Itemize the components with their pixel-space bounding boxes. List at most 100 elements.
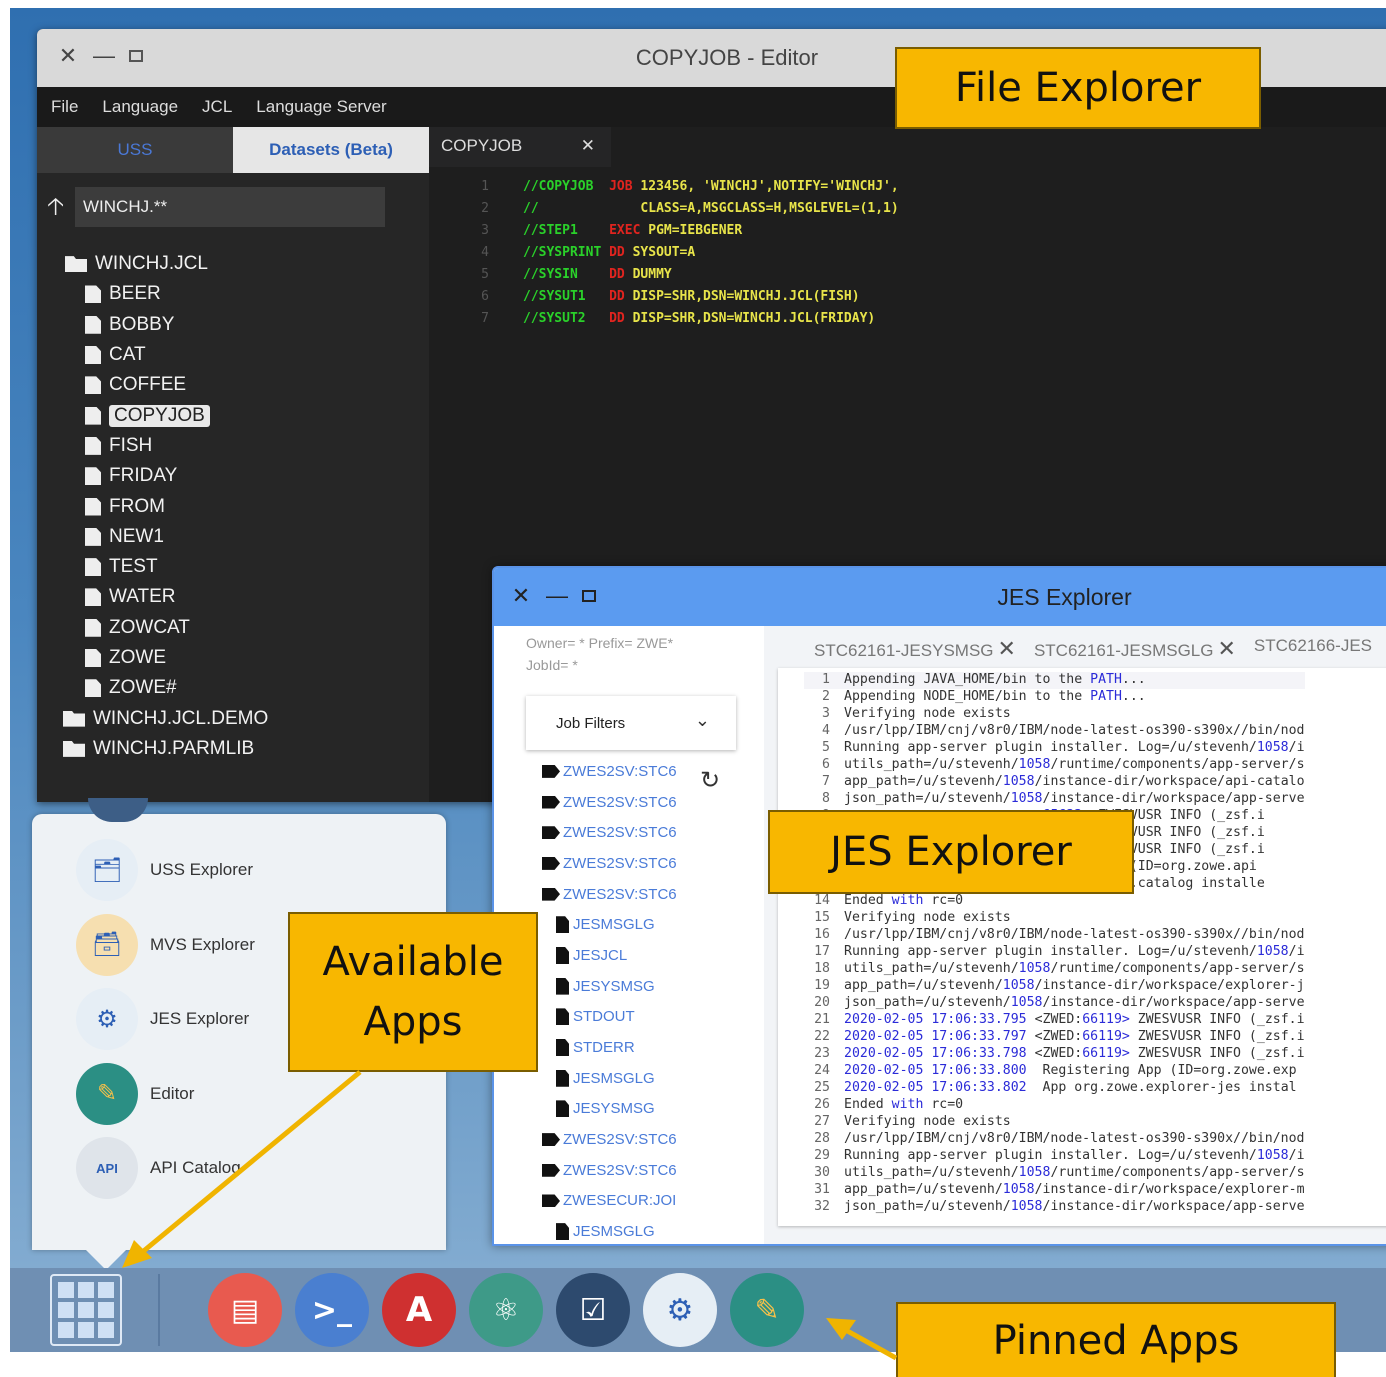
tree-item-label: ZOWCAT (109, 616, 190, 638)
spool-tab[interactable]: STC62161-JESYSMSG ✕ (814, 636, 1016, 662)
member-item[interactable]: COFFEE (37, 370, 429, 400)
file-icon (85, 588, 101, 607)
checklist-icon[interactable]: ☑ (556, 1273, 630, 1347)
pencil-icon: ✎ (76, 1062, 138, 1125)
react-icon[interactable]: ⚛ (469, 1273, 543, 1347)
job-filters-dropdown[interactable]: Job Filters ⌄ (526, 696, 736, 750)
job-item[interactable]: ZWES2SV:STC6 (494, 848, 764, 879)
menu-language-server[interactable]: Language Server (256, 97, 386, 117)
spool-file-icon (556, 1069, 569, 1087)
tab-datasets[interactable]: Datasets (Beta) (233, 127, 429, 173)
member-item[interactable]: WATER (37, 582, 429, 612)
line-number: 15 (814, 910, 830, 925)
terminal-icon[interactable]: >_ (295, 1273, 369, 1347)
close-icon[interactable]: ✕ (998, 636, 1016, 661)
code-line: 5 //SYSIN DD DUMMY (429, 263, 899, 285)
member-item[interactable]: NEW1 (37, 522, 429, 552)
dataset-filter-input[interactable]: WINCHJ.** (75, 187, 385, 227)
code-line: 6 //SYSUT1 DD DISP=SHR,DSN=WINCHJ.JCL(FIS… (429, 285, 899, 307)
member-item[interactable]: ZOWE# (37, 673, 429, 703)
job-label: STDERR (573, 1039, 635, 1057)
job-icon (542, 887, 560, 901)
member-item[interactable]: BOBBY (37, 310, 429, 340)
tab-uss[interactable]: USS (37, 127, 233, 173)
log-text: json_path=/u/stevenh/1058/instance-dir/w… (844, 791, 1305, 806)
jcl-operation: DD (601, 244, 633, 260)
member-item[interactable]: FISH (37, 431, 429, 461)
member-item[interactable]: TEST (37, 552, 429, 582)
callout-jes-explorer: JES Explorer (768, 810, 1134, 894)
callout-available-apps: Available Apps (288, 912, 538, 1072)
pencil-icon[interactable]: ✎ (730, 1273, 804, 1347)
spool-file-icon (556, 946, 569, 964)
tree-item-label: ZOWE# (109, 677, 177, 699)
job-item[interactable]: ZWES2SV:STC6 (494, 756, 764, 787)
line-number: 29 (814, 1148, 830, 1163)
job-label: ZWES2SV:STC6 (563, 762, 677, 780)
dataset-item[interactable]: WINCHJ.PARMLIB (37, 734, 429, 764)
member-item[interactable]: ZOWCAT (37, 613, 429, 643)
jcl-operands: 123456, 'WINCHJ',NOTIFY='WINCHJ', (640, 178, 899, 194)
code-editor-icon[interactable]: ▤ (208, 1273, 282, 1347)
tab-copyjob[interactable]: COPYJOB ✕ (429, 127, 611, 167)
job-label: ZWESECUR:JOI (563, 1192, 677, 1210)
callout-text: File Explorer (954, 65, 1202, 111)
menu-jcl[interactable]: JCL (202, 97, 232, 117)
app-uss-explorer[interactable]: 🗂 USS Explorer (76, 838, 406, 902)
jes-explorer-icon[interactable]: ⚙ (643, 1273, 717, 1347)
jes-titlebar[interactable]: ✕ — JES Explorer (494, 568, 1386, 626)
spool-tab[interactable]: STC62166-JES (1254, 636, 1372, 662)
angular-icon[interactable]: A (382, 1273, 456, 1347)
job-label: ZWES2SV:STC6 (563, 1161, 677, 1179)
member-item[interactable]: COPYJOB (37, 400, 429, 430)
jcl-operands: DISP=SHR,DSN=WINCHJ.JCL(FRIDAY) (632, 310, 876, 326)
refresh-icon[interactable]: ↻ (700, 766, 720, 795)
menu-file[interactable]: File (51, 97, 78, 117)
spool-file-item[interactable]: JESYSMSG (494, 1094, 764, 1125)
line-number: 27 (814, 1114, 830, 1129)
file-icon (85, 649, 101, 667)
menu-language[interactable]: Language (102, 97, 178, 117)
job-item[interactable]: ZWES2SV:STC6 (494, 879, 764, 910)
jcl-operation: JOB (601, 178, 641, 194)
dataset-item[interactable]: WINCHJ.JCL (37, 249, 429, 279)
jcl-operation (601, 201, 640, 216)
spool-tab[interactable]: STC62161-JESMSGLG ✕ (1034, 636, 1236, 662)
file-icon (85, 467, 101, 486)
app-api-catalog[interactable]: API API Catalog (76, 1136, 406, 1200)
jes-title: JES Explorer (997, 584, 1132, 610)
line-number: 20 (814, 995, 830, 1010)
member-item[interactable]: CAT (37, 340, 429, 370)
log-line: 19 app_path=/u/stevenh/1058/instance-dir/… (804, 978, 1305, 995)
jcl-label: //STEP1 (523, 222, 602, 238)
close-tab-icon[interactable]: ✕ (581, 127, 595, 165)
job-item[interactable]: ZWES2SV:STC6 (494, 1155, 764, 1186)
member-item[interactable]: BEER (37, 279, 429, 309)
log-text: Running app-server plugin installer. Log… (844, 740, 1305, 755)
dataset-item[interactable]: WINCHJ.JCL.DEMO (37, 703, 429, 733)
line-number: 22 (814, 1029, 830, 1044)
line-number: 17 (814, 944, 830, 959)
log-text: app_path=/u/stevenh/1058/instance-dir/wo… (844, 978, 1305, 993)
code-line: 3 //STEP1 EXEC PGM=IEBGENER (429, 219, 899, 241)
line-number: 32 (814, 1199, 830, 1214)
app-launcher-button[interactable] (50, 1274, 122, 1346)
api-catalog-icon: API (76, 1137, 138, 1199)
job-item[interactable]: ZWES2SV:STC6 (494, 1124, 764, 1155)
member-item[interactable]: FRIDAY (37, 461, 429, 491)
log-text: Appending NODE_HOME/bin to the PATH... (844, 689, 1146, 704)
spool-file-icon (556, 1008, 569, 1026)
up-arrow-icon[interactable]: 🡡 (47, 189, 64, 230)
close-icon[interactable]: ✕ (1217, 636, 1235, 661)
dataset-tree: WINCHJ.JCL BEER BOBBY CAT COFFEE COPYJOB FISH F… (37, 249, 429, 764)
code-editor[interactable]: 1 //COPYJOB JOB 123456, 'WINCHJ',NOTIFY='… (429, 175, 899, 329)
job-label: ZWES2SV:STC6 (563, 1131, 677, 1149)
job-label: STDOUT (573, 1008, 635, 1026)
member-item[interactable]: ZOWE (37, 643, 429, 673)
job-item[interactable]: ZWESECUR:JOI (494, 1186, 764, 1217)
member-item[interactable]: FROM (37, 491, 429, 521)
job-label: JESYSMSG (573, 977, 655, 995)
job-item[interactable]: ZWES2SV:STC6 (494, 787, 764, 818)
job-item[interactable]: ZWES2SV:STC6 (494, 817, 764, 848)
spool-file-item[interactable]: JESMSGLG (494, 1216, 764, 1244)
